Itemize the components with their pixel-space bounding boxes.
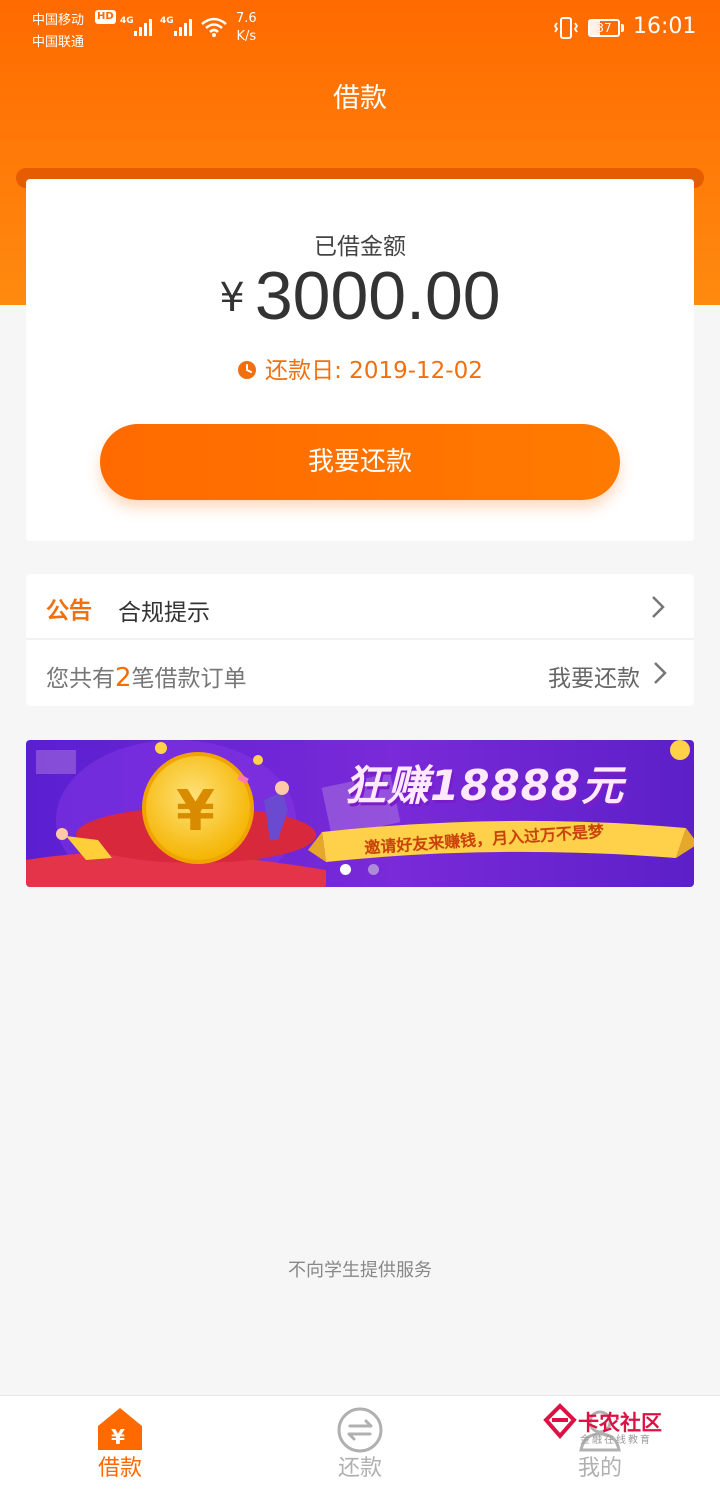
net-speed-value: 7.6 <box>236 11 257 26</box>
orders-prefix: 您共有 <box>46 666 115 692</box>
wifi-icon <box>201 17 227 37</box>
carrier-1: 中国移动 <box>32 13 85 28</box>
due-date-text: 还款日: 2019-12-02 <box>265 358 483 384</box>
due-date: 还款日: 2019-12-02 <box>26 351 694 385</box>
vibrate-icon <box>553 17 579 39</box>
tab-mine-label: 我的 <box>577 1456 622 1481</box>
orders-suffix: 笔借款订单 <box>131 666 247 692</box>
house-yuan-icon: ¥ <box>98 1408 142 1450</box>
exchange-arrows-icon <box>337 1407 383 1453</box>
amount-value: 3000.00 <box>254 258 501 334</box>
chevron-right-icon <box>652 596 665 618</box>
footer-note: 不向学生提供服务 <box>288 1260 432 1281</box>
notice-text: 合规提示 <box>118 600 210 626</box>
watermark-logo-icon <box>543 1403 577 1440</box>
svg-text:4G: 4G <box>120 16 134 26</box>
borrowed-amount: ¥3000.00 <box>26 257 694 335</box>
svg-text:¥: ¥ <box>111 1425 125 1449</box>
tab-borrow-label: 借款 <box>97 1456 142 1481</box>
net-speed-unit: K/s <box>236 29 257 44</box>
battery-icon: 37 <box>588 19 620 37</box>
notice-tag: 公告 <box>46 598 92 624</box>
hd-badge: HD <box>95 10 116 24</box>
clock-icon <box>238 361 257 379</box>
carousel-dot-active[interactable] <box>340 864 351 875</box>
tab-repay[interactable]: 还款 <box>240 1396 480 1497</box>
net-speed: 7.6 K/s <box>236 10 257 46</box>
svg-text:¥: ¥ <box>176 779 215 844</box>
banner-headline: 狂赚18888元 <box>344 761 625 810</box>
promo-banner[interactable]: ¥ 狂赚18888元 邀请好友来赚钱，月入过万不是梦 <box>26 740 694 887</box>
currency-symbol: ¥ <box>219 275 245 321</box>
carousel-dot[interactable] <box>368 864 379 875</box>
notice-row[interactable]: 公告 合规提示 <box>26 574 694 638</box>
orders-summary: 您共有2笔借款订单 <box>46 659 247 693</box>
orders-count: 2 <box>115 663 132 693</box>
status-bar: 中国移动 中国联通 HD 4G 4G 7.6 K/s 37 16:01 <box>0 0 720 56</box>
orders-row[interactable]: 您共有2笔借款订单 我要还款 <box>26 640 694 706</box>
clock: 16:01 <box>633 14 697 39</box>
loan-summary-card: 已借金额 ¥3000.00 还款日: 2019-12-02 我要还款 <box>26 179 694 541</box>
signal-4g-icon: 4G <box>120 16 152 36</box>
repay-button[interactable]: 我要还款 <box>100 424 620 500</box>
chevron-right-icon-2 <box>654 662 667 684</box>
tab-repay-label: 还款 <box>337 1456 382 1481</box>
tab-borrow[interactable]: ¥ 借款 <box>0 1396 240 1497</box>
svg-text:4G: 4G <box>160 16 174 26</box>
carrier-2: 中国联通 <box>32 35 85 50</box>
borrowed-amount-label: 已借金额 <box>314 234 406 260</box>
battery-level: 37 <box>596 21 612 35</box>
page-title: 借款 <box>333 83 387 114</box>
battery-tip <box>621 24 624 32</box>
watermark-subtext: 金融在线教育 <box>580 1435 652 1446</box>
signal-4g-icon-2: 4G <box>160 16 192 36</box>
orders-repay-link[interactable]: 我要还款 <box>548 659 640 693</box>
